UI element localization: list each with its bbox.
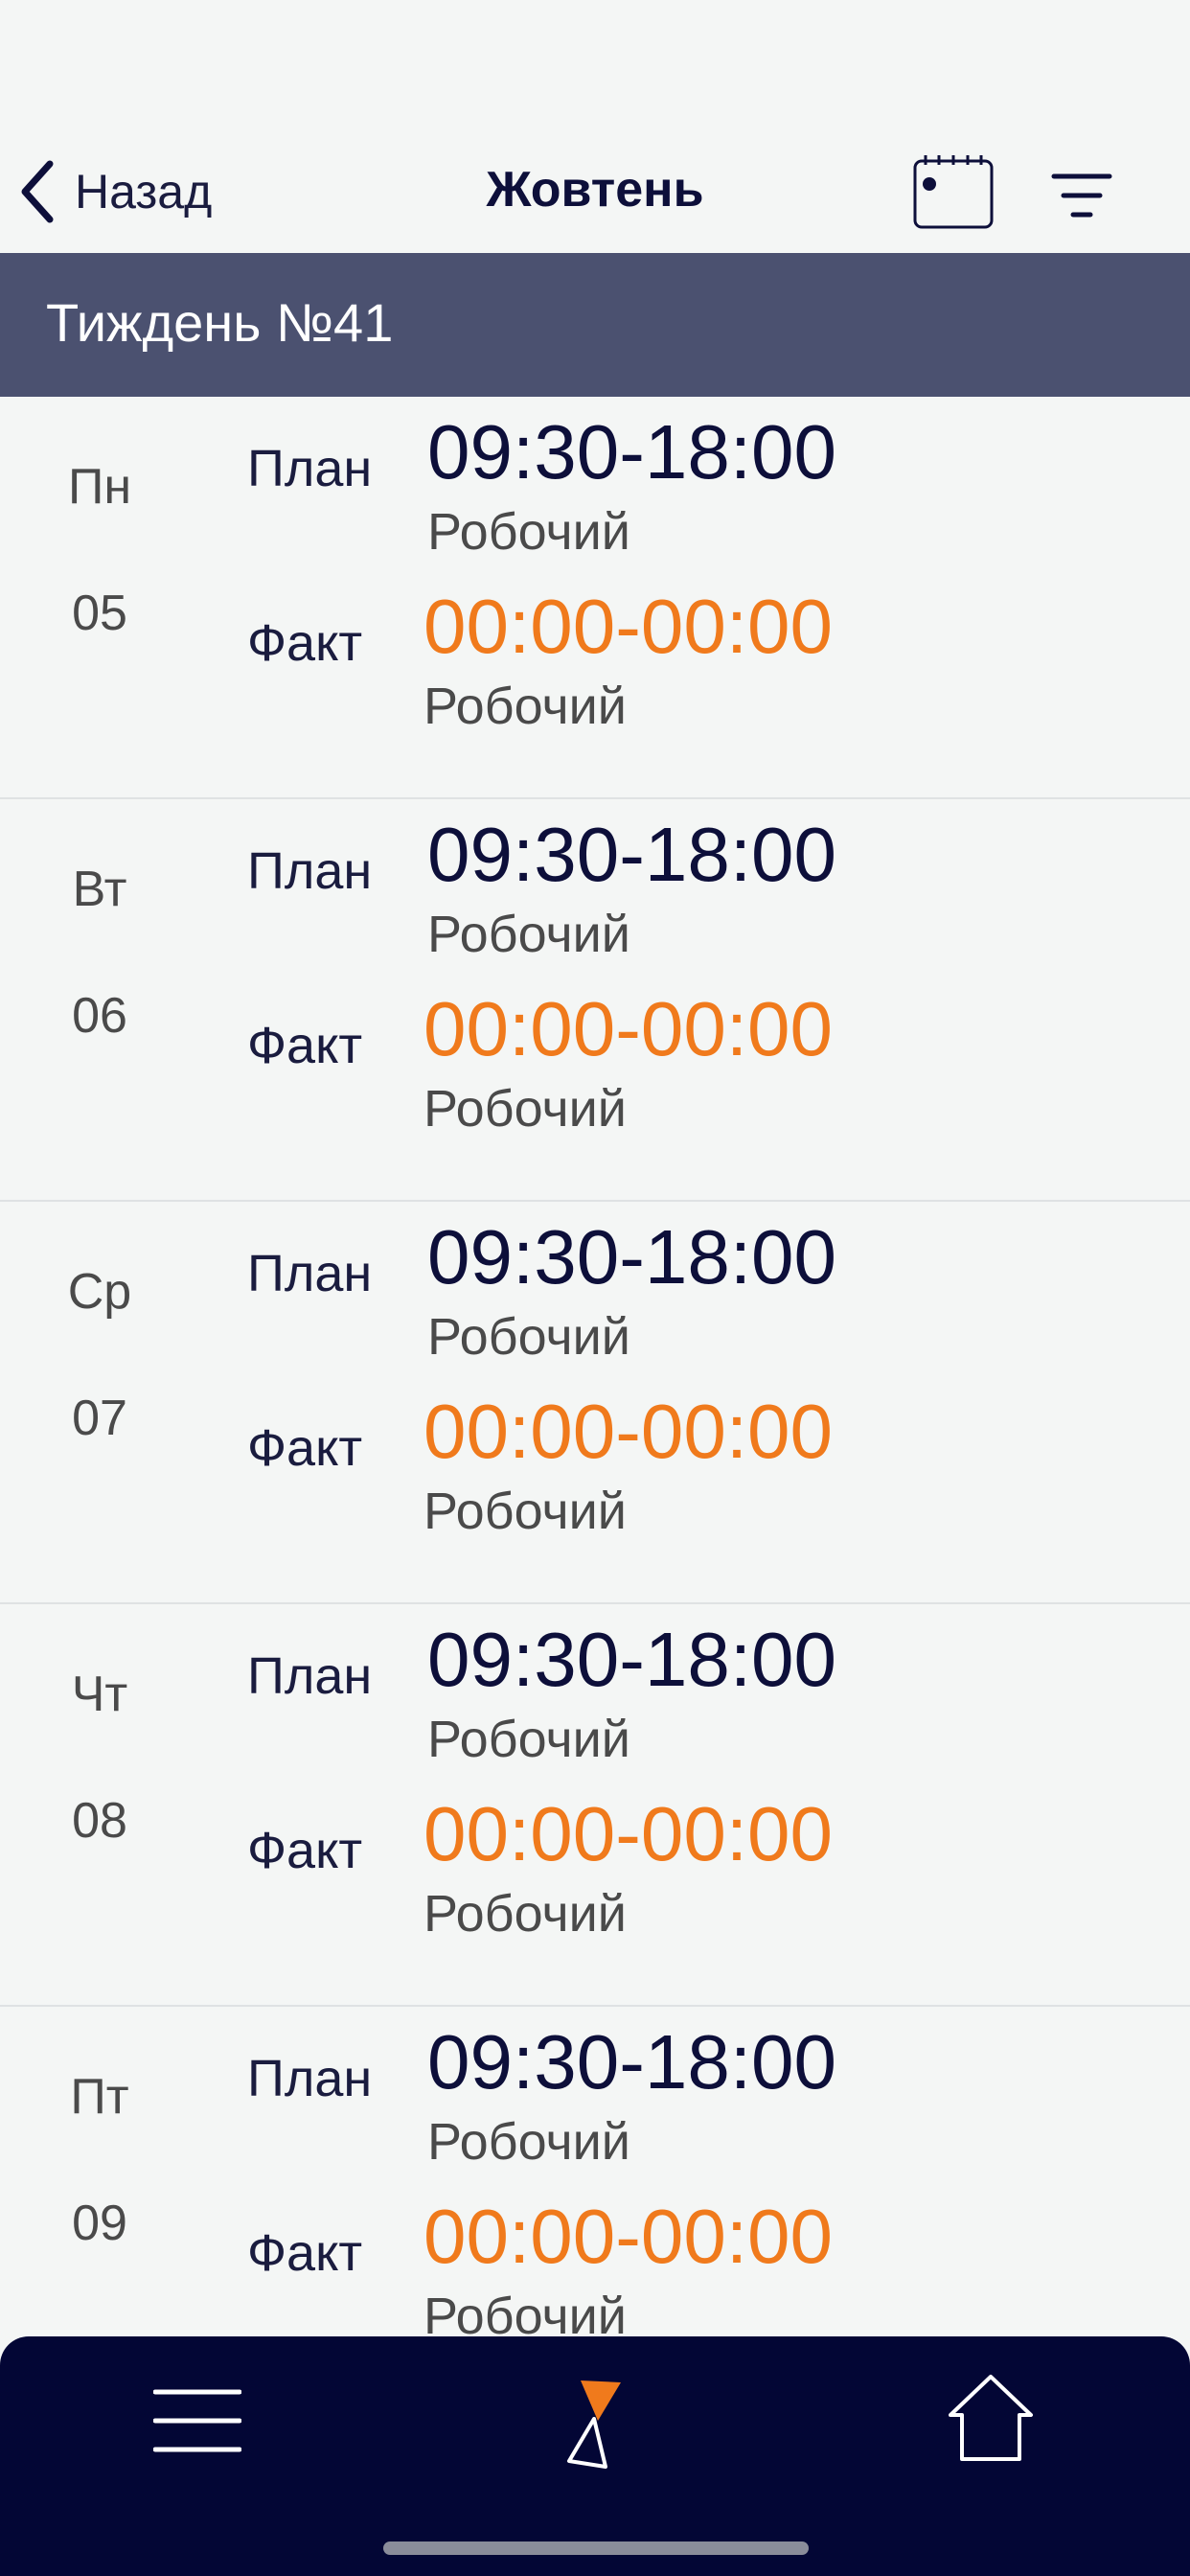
page-title: Жовтень [486,162,704,218]
calendar-icon [913,155,994,229]
fact-label: Факт [247,1419,363,1477]
calendar-button[interactable] [912,153,995,230]
plan-label: План [247,1647,373,1705]
fact-time: 00:00-00:00 [423,1389,834,1474]
fact-type: Робочий [423,1885,627,1943]
filter-icon [1051,173,1112,218]
plan-type: Робочий [427,906,630,963]
home-icon [949,2375,1033,2461]
menu-icon [152,2389,242,2452]
day-name: Ср [67,1264,132,1320]
plan-time: 09:30-18:00 [427,812,837,897]
fact-time: 00:00-00:00 [423,986,834,1071]
day-row[interactable]: Чт 08 План 09:30-18:00 Робочий Факт 00:0… [0,1604,1190,2007]
plan-type: Робочий [427,1308,630,1366]
home-indicator [383,2542,809,2555]
home-button[interactable] [947,2373,1035,2465]
filter-button[interactable] [1048,167,1115,224]
plan-type: Робочий [427,1711,630,1768]
day-number: 09 [72,2196,127,2251]
plan-time: 09:30-18:00 [427,1617,837,1702]
plan-time: 09:30-18:00 [427,409,837,494]
day-list: Пн 05 План 09:30-18:00 Робочий Факт 00:0… [0,397,1190,2409]
day-row[interactable]: Пн 05 План 09:30-18:00 Робочий Факт 00:0… [0,397,1190,799]
day-number: 07 [72,1391,127,1446]
plan-label: План [247,842,373,900]
day-name: Пн [67,459,132,515]
day-number: 05 [72,586,127,641]
day-number: 06 [72,988,127,1044]
header: Назад Жовтень [0,134,1190,253]
day-number: 08 [72,1793,127,1849]
fact-type: Робочий [423,678,627,735]
plan-label: План [247,2050,373,2107]
fact-label: Факт [247,1017,363,1074]
plan-type: Робочий [427,2113,630,2171]
fact-label: Факт [247,1822,363,1879]
tab-bar [0,2336,1190,2576]
fact-label: Факт [247,614,363,672]
plan-label: План [247,1245,373,1302]
app-logo-icon [567,2380,621,2469]
plan-time: 09:30-18:00 [427,2019,837,2104]
week-label: Тиждень №41 [46,292,394,353]
day-name: Вт [72,862,127,917]
menu-button[interactable] [152,2382,242,2459]
day-name: Чт [71,1667,128,1722]
fact-time: 00:00-00:00 [423,2194,834,2279]
fact-time: 00:00-00:00 [423,584,834,669]
plan-label: План [247,440,373,497]
app-logo-button[interactable] [561,2375,629,2471]
day-row[interactable]: Вт 06 План 09:30-18:00 Робочий Факт 00:0… [0,799,1190,1202]
fact-type: Робочий [423,1080,627,1138]
day-name: Пт [70,2069,129,2125]
fact-time: 00:00-00:00 [423,1791,834,1876]
plan-type: Робочий [427,503,630,561]
week-header: Тиждень №41 [0,253,1190,397]
day-row[interactable]: Ср 07 План 09:30-18:00 Робочий Факт 00:0… [0,1202,1190,1604]
status-bar [0,0,1190,134]
plan-time: 09:30-18:00 [427,1214,837,1300]
fact-label: Факт [247,2224,363,2282]
fact-type: Робочий [423,1483,627,1540]
